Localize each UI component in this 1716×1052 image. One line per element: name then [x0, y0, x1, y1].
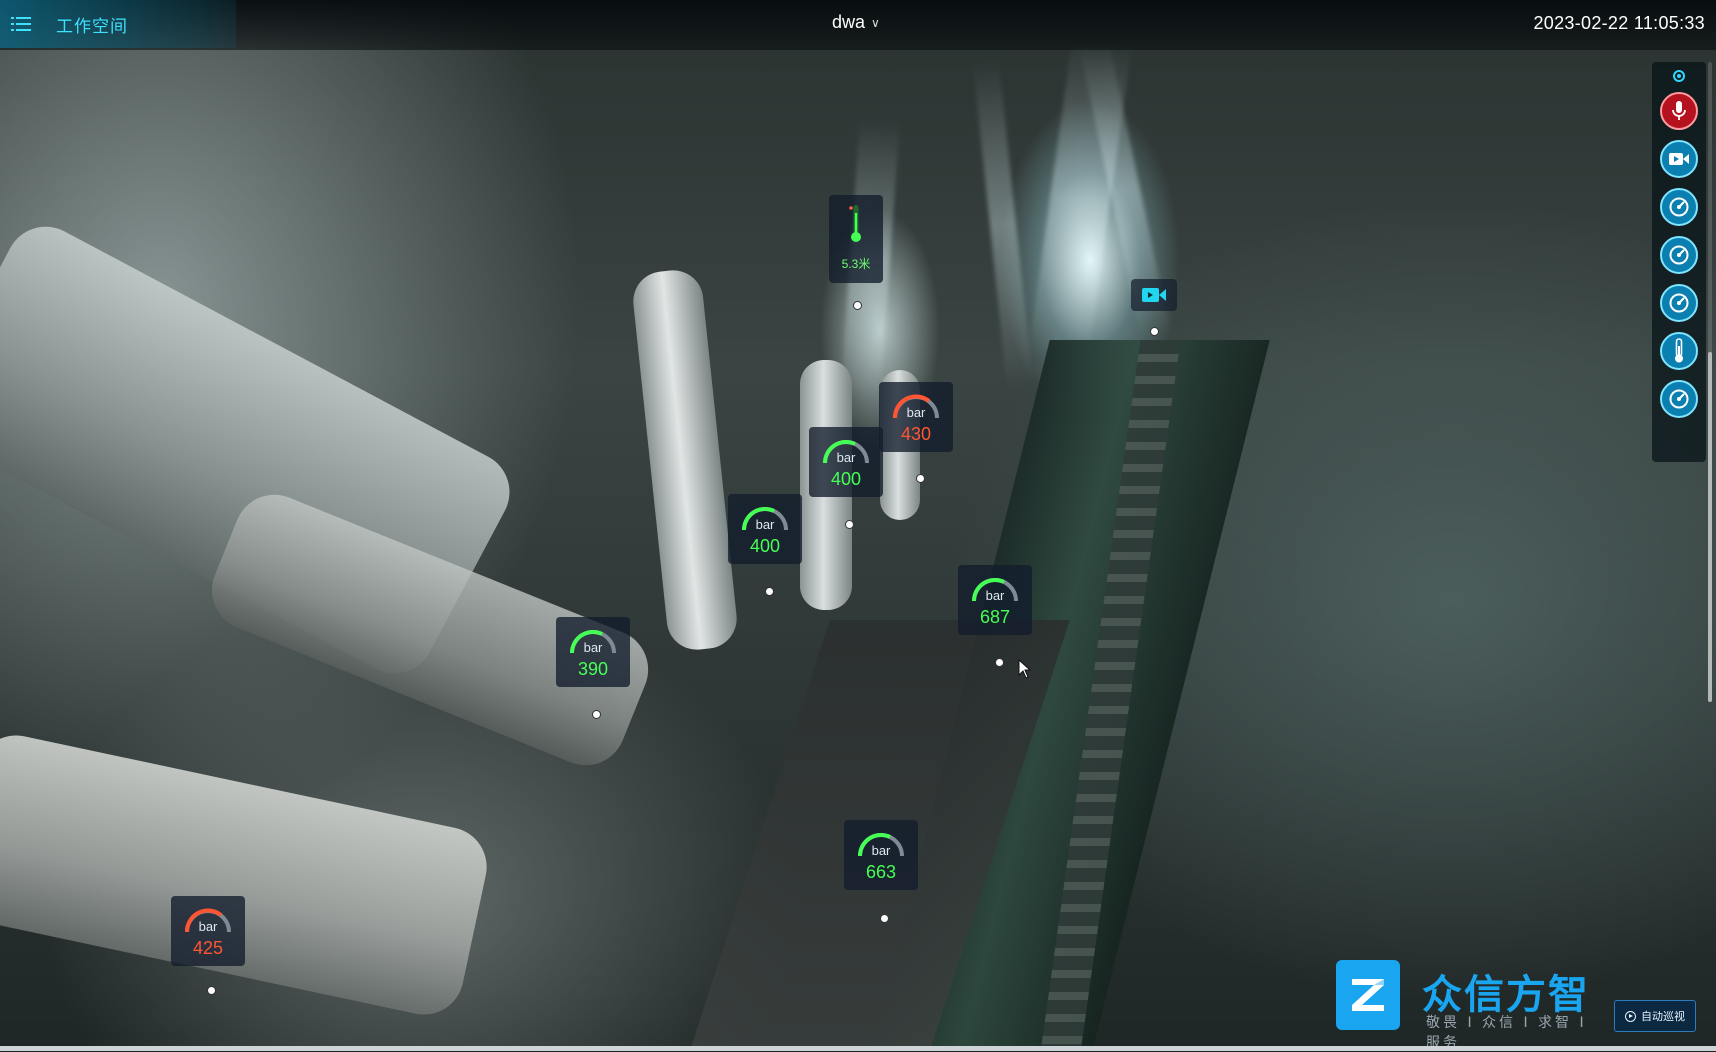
- pressure-gauge-tag[interactable]: bar 400: [728, 494, 802, 564]
- pressure-gauge-tag[interactable]: bar 687: [958, 565, 1032, 635]
- tag-anchor: [845, 520, 854, 529]
- camera-tag[interactable]: [1131, 279, 1177, 311]
- gauge-value: 400: [749, 536, 781, 556]
- tag-anchor: [765, 587, 774, 596]
- tag-anchor: [207, 986, 216, 995]
- brand-logo-icon: [1336, 960, 1400, 1030]
- tag-anchor: [592, 710, 601, 719]
- pressure-gauge-tag[interactable]: bar 390: [556, 617, 630, 687]
- gauge-unit: bar: [583, 640, 603, 655]
- toolbar-indicator-icon: [1673, 70, 1685, 82]
- pressure-gauge-tag[interactable]: bar 400: [809, 427, 883, 497]
- thermometer-tag[interactable]: 5.3米: [829, 195, 883, 283]
- auto-patrol-button[interactable]: 自动巡视: [1614, 1000, 1696, 1032]
- thermometer-value: 5.3米: [841, 257, 871, 271]
- video-camera-icon: [1669, 153, 1689, 165]
- gauge-value: 687: [979, 607, 1011, 627]
- pressure-gauge-button-1[interactable]: [1660, 188, 1698, 226]
- pressure-gauge-button-4[interactable]: [1660, 380, 1698, 418]
- gauge-icon: [1669, 293, 1689, 313]
- gauge-value: 425: [192, 938, 224, 958]
- thermometer-button[interactable]: [1660, 332, 1698, 370]
- panorama-scene[interactable]: [0, 0, 1716, 1051]
- scrollbar[interactable]: [1708, 62, 1712, 702]
- pressure-gauge-tag[interactable]: bar 430: [879, 382, 953, 452]
- auto-patrol-label: 自动巡视: [1641, 1010, 1685, 1023]
- microphone-icon: [1672, 101, 1686, 120]
- gauge-value: 390: [577, 659, 609, 679]
- gauge-value: 430: [900, 424, 932, 444]
- pressure-gauge-tag[interactable]: bar 425: [171, 896, 245, 966]
- scrollbar-thumb[interactable]: [1708, 352, 1712, 702]
- gauge-icon: [1669, 389, 1689, 409]
- tag-anchor: [995, 658, 1004, 667]
- microphone-button[interactable]: [1660, 92, 1698, 130]
- tag-anchor: [880, 914, 889, 923]
- menu-icon[interactable]: [0, 0, 42, 48]
- gauge-unit: bar: [871, 843, 891, 858]
- pressure-gauge-button-3[interactable]: [1660, 284, 1698, 322]
- pressure-gauge-button-2[interactable]: [1660, 236, 1698, 274]
- gauge-unit: bar: [198, 919, 218, 934]
- gauge-icon: [1669, 245, 1689, 265]
- tag-anchor: [916, 474, 925, 483]
- gauge-value: 400: [830, 469, 862, 489]
- tag-anchor: [1150, 327, 1159, 336]
- mouse-cursor-icon: [1018, 659, 1032, 679]
- top-bar: 工作空间 dwa ∨ 2023-02-22 11:05:33: [0, 0, 1716, 50]
- video-camera-button[interactable]: [1660, 140, 1698, 178]
- play-icon: [1625, 1010, 1636, 1022]
- right-toolbar: [1652, 62, 1706, 462]
- gauge-value: 663: [865, 862, 897, 882]
- gauge-unit: bar: [906, 405, 926, 420]
- tag-anchor: [853, 301, 862, 310]
- gauge-unit: bar: [836, 450, 856, 465]
- video-camera-icon: [1142, 288, 1166, 302]
- bottom-border: [0, 1046, 1716, 1051]
- workspace-tab[interactable]: 工作空间: [0, 0, 236, 48]
- gauge-unit: bar: [755, 517, 775, 532]
- chevron-down-icon: ∨: [871, 15, 880, 30]
- hydraulic-cylinder: [0, 728, 495, 1022]
- gauge-icon: [1669, 197, 1689, 217]
- support-column: [630, 267, 740, 653]
- thermometer-icon: [849, 205, 861, 242]
- pressure-gauge-tag[interactable]: bar 663: [844, 820, 918, 890]
- light-beam: [972, 59, 1034, 391]
- workspace-title: 工作空间: [56, 16, 128, 36]
- thermometer-icon: [1675, 338, 1683, 363]
- scene-selector[interactable]: dwa ∨: [832, 12, 880, 33]
- scene-name: dwa: [832, 12, 866, 32]
- brand-logo-block: 众信方智 敬畏 I 众信 I 求智 I 服务: [1336, 960, 1596, 1051]
- gauge-unit: bar: [985, 588, 1005, 603]
- datetime-display: 2023-02-22 11:05:33: [1533, 13, 1705, 33]
